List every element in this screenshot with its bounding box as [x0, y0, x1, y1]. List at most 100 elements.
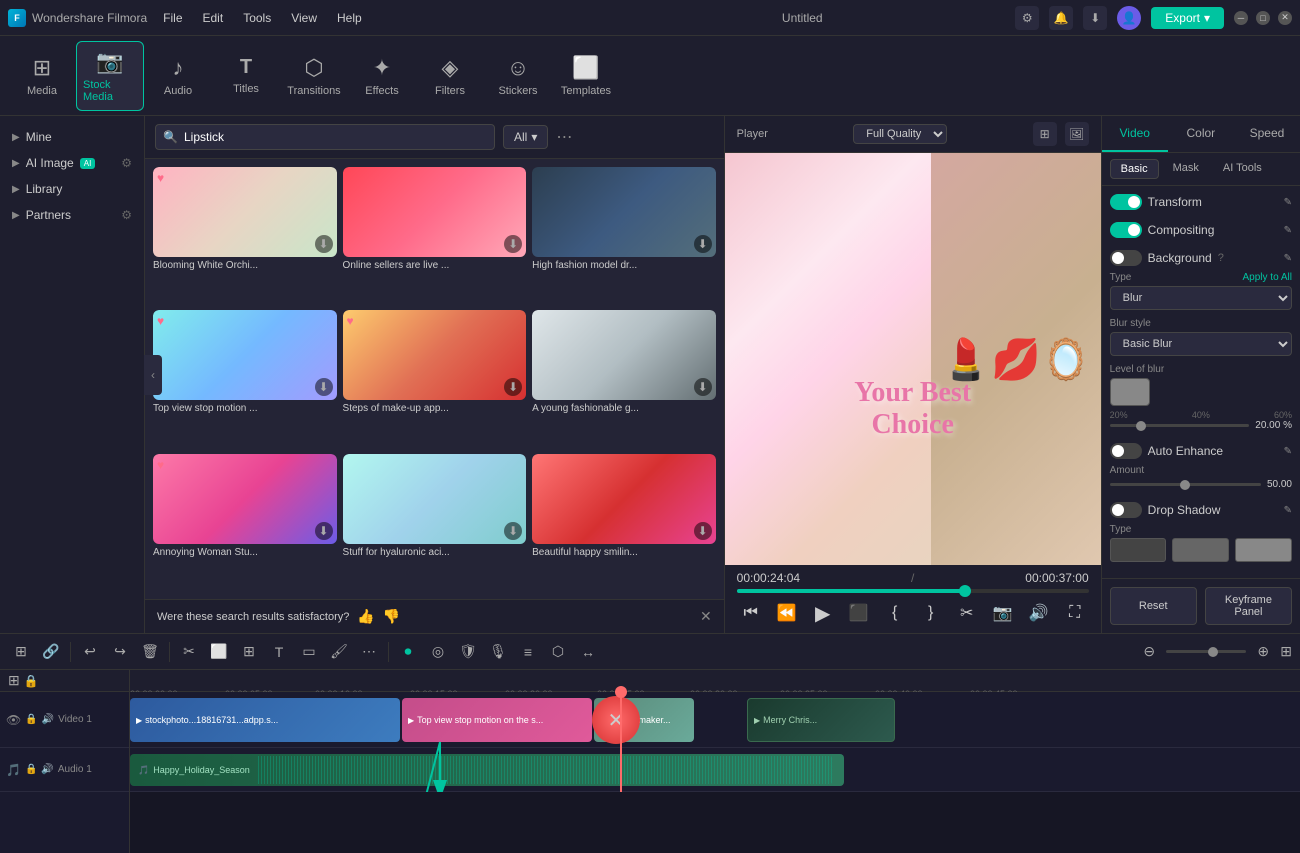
auto-enhance-toggle[interactable] [1110, 443, 1142, 459]
satisfaction-close-button[interactable]: ✕ [700, 608, 712, 625]
tl-text-button[interactable]: T [266, 639, 292, 665]
tl-split-track-button[interactable]: ⬡ [545, 639, 571, 665]
media-item-9[interactable]: ⬇ Beautiful happy smilin... [532, 454, 716, 569]
media-item-1[interactable]: ♥ ⬇ Blooming White Orchi... [153, 167, 337, 282]
tl-redo-button[interactable]: ↪ [107, 639, 133, 665]
media-item-3[interactable]: ⬇ High fashion model dr... [532, 167, 716, 282]
download-icon-8[interactable]: ⬇ [504, 522, 522, 540]
download-icon-5[interactable]: ⬇ [504, 378, 522, 396]
progress-bar[interactable] [737, 589, 1089, 593]
background-edit-icon[interactable]: ✎ [1284, 253, 1292, 264]
system-icon-2[interactable]: 🔔 [1049, 6, 1073, 30]
more-options-button[interactable]: ⋯ [556, 127, 572, 147]
subtab-basic[interactable]: Basic [1110, 159, 1159, 179]
add-track-icon[interactable]: ⊞ [8, 672, 20, 689]
tl-zoom-in-button[interactable]: ⊕ [1250, 639, 1276, 665]
quality-select[interactable]: Full Quality [853, 124, 947, 144]
media-item-5[interactable]: ♥ ⬇ Steps of make-up app... [343, 310, 527, 425]
tl-split-button[interactable]: ⊞ [8, 639, 34, 665]
fullscreen-ctrl-button[interactable]: ⛶ [1061, 599, 1089, 627]
audio-track-lock-icon[interactable]: 🔒 [25, 764, 37, 775]
download-icon-9[interactable]: ⬇ [694, 522, 712, 540]
shadow-color-2[interactable] [1172, 538, 1229, 562]
keyframe-panel-button[interactable]: Keyframe Panel [1205, 587, 1292, 625]
toolbar-transitions[interactable]: ⬡ Transitions [280, 41, 348, 111]
blur-style-select[interactable]: Basic Blur [1110, 332, 1292, 356]
menu-edit[interactable]: Edit [203, 11, 224, 25]
menu-tools[interactable]: Tools [243, 11, 271, 25]
export-button[interactable]: Export ▾ [1151, 7, 1224, 29]
tl-mic-button[interactable]: 🎙 [485, 639, 511, 665]
video-track-audio-icon[interactable]: 🔊 [42, 714, 54, 725]
tl-crop-button[interactable]: ⬜ [206, 639, 232, 665]
video-clip-2[interactable]: ▶ Top view stop motion on the s... [402, 698, 592, 742]
filter-button[interactable]: All ▾ [503, 125, 548, 149]
download-icon-3[interactable]: ⬇ [694, 235, 712, 253]
compositing-toggle[interactable] [1110, 222, 1142, 238]
toolbar-filters[interactable]: ◈ Filters [416, 41, 484, 111]
tl-grid-button[interactable]: ⊞ [1280, 643, 1292, 660]
split-button[interactable]: ✂ [953, 599, 981, 627]
reset-button[interactable]: Reset [1110, 587, 1197, 625]
play-button[interactable]: ▶ [809, 599, 837, 627]
auto-enhance-edit-icon[interactable]: ✎ [1284, 446, 1292, 457]
tab-speed[interactable]: Speed [1234, 116, 1300, 152]
toolbar-stickers[interactable]: ☺ Stickers [484, 41, 552, 111]
tab-video[interactable]: Video [1102, 116, 1168, 152]
menu-file[interactable]: File [163, 11, 182, 25]
volume-button[interactable]: 🔊 [1025, 599, 1053, 627]
download-icon-2[interactable]: ⬇ [504, 235, 522, 253]
compositing-edit-icon[interactable]: ✎ [1284, 225, 1292, 236]
subtab-ai-tools[interactable]: AI Tools [1213, 159, 1272, 179]
stop-button[interactable]: ⬛ [845, 599, 873, 627]
toolbar-media[interactable]: ⊞ Media [8, 41, 76, 111]
tl-rect-button[interactable]: ▭ [296, 639, 322, 665]
tl-delete-button[interactable]: 🗑 [137, 639, 163, 665]
download-icon-7[interactable]: ⬇ [315, 522, 333, 540]
sidebar-item-library[interactable]: ▶ Library [0, 176, 144, 202]
media-item-6[interactable]: ⬇ A young fashionable g... [532, 310, 716, 425]
tl-cut-button[interactable]: ✂ [176, 639, 202, 665]
transform-edit-icon[interactable]: ✎ [1284, 197, 1292, 208]
tl-snap-button[interactable]: 🔗 [38, 639, 64, 665]
snapshot-icon[interactable]: 🖼 [1065, 122, 1089, 146]
background-toggle[interactable] [1110, 250, 1142, 266]
sidebar-item-ai-image[interactable]: ▶ AI Image AI ⚙ [0, 150, 144, 176]
shadow-color-3[interactable] [1235, 538, 1292, 562]
system-icon-1[interactable]: ⚙ [1015, 6, 1039, 30]
video-track-eye-icon[interactable]: 👁 [6, 713, 21, 727]
go-to-start-button[interactable]: ⏮ [737, 599, 765, 627]
video-track-lock-icon[interactable]: 🔒 [25, 714, 37, 725]
user-avatar[interactable]: 👤 [1117, 6, 1141, 30]
tl-record-button[interactable]: ⏺ [395, 639, 421, 665]
subtab-mask[interactable]: Mask [1163, 159, 1209, 179]
media-item-2[interactable]: ⬇ Online sellers are live ... [343, 167, 527, 282]
close-button[interactable]: ✕ [1278, 11, 1292, 25]
background-type-select[interactable]: Blur [1110, 286, 1292, 310]
download-icon-4[interactable]: ⬇ [315, 378, 333, 396]
search-input[interactable] [155, 124, 495, 150]
tl-more-button-2[interactable]: ⋯ [356, 639, 382, 665]
media-item-4[interactable]: ♥ ⬇ Top view stop motion ... [153, 310, 337, 425]
tl-shield-button[interactable]: 🛡 [455, 639, 481, 665]
drop-shadow-edit-icon[interactable]: ✎ [1284, 505, 1292, 516]
media-item-7[interactable]: ♥ ⬇ Annoying Woman Stu... [153, 454, 337, 569]
download-icon-1[interactable]: ⬇ [315, 235, 333, 253]
tl-zoom-slider[interactable] [1166, 650, 1246, 653]
tl-track-button[interactable]: ≡ [515, 639, 541, 665]
mark-out-button[interactable]: } [917, 599, 945, 627]
tab-color[interactable]: Color [1168, 116, 1234, 152]
mark-in-button[interactable]: { [881, 599, 909, 627]
system-icon-3[interactable]: ⬇ [1083, 6, 1107, 30]
thumbs-up-button[interactable]: 👍 [357, 608, 374, 625]
toolbar-titles[interactable]: T Titles [212, 41, 280, 111]
minimize-button[interactable]: ─ [1234, 11, 1248, 25]
step-back-button[interactable]: ⏪ [773, 599, 801, 627]
tl-sync-button[interactable]: ↔ [575, 639, 601, 665]
toolbar-templates[interactable]: ⬜ Templates [552, 41, 620, 111]
toolbar-effects[interactable]: ✦ Effects [348, 41, 416, 111]
thumbs-down-button[interactable]: 👎 [383, 608, 400, 625]
sidebar-collapse-button[interactable]: ‹ [144, 355, 162, 395]
ai-settings-icon[interactable]: ⚙ [121, 156, 132, 170]
background-help-icon[interactable]: ? [1218, 252, 1224, 264]
